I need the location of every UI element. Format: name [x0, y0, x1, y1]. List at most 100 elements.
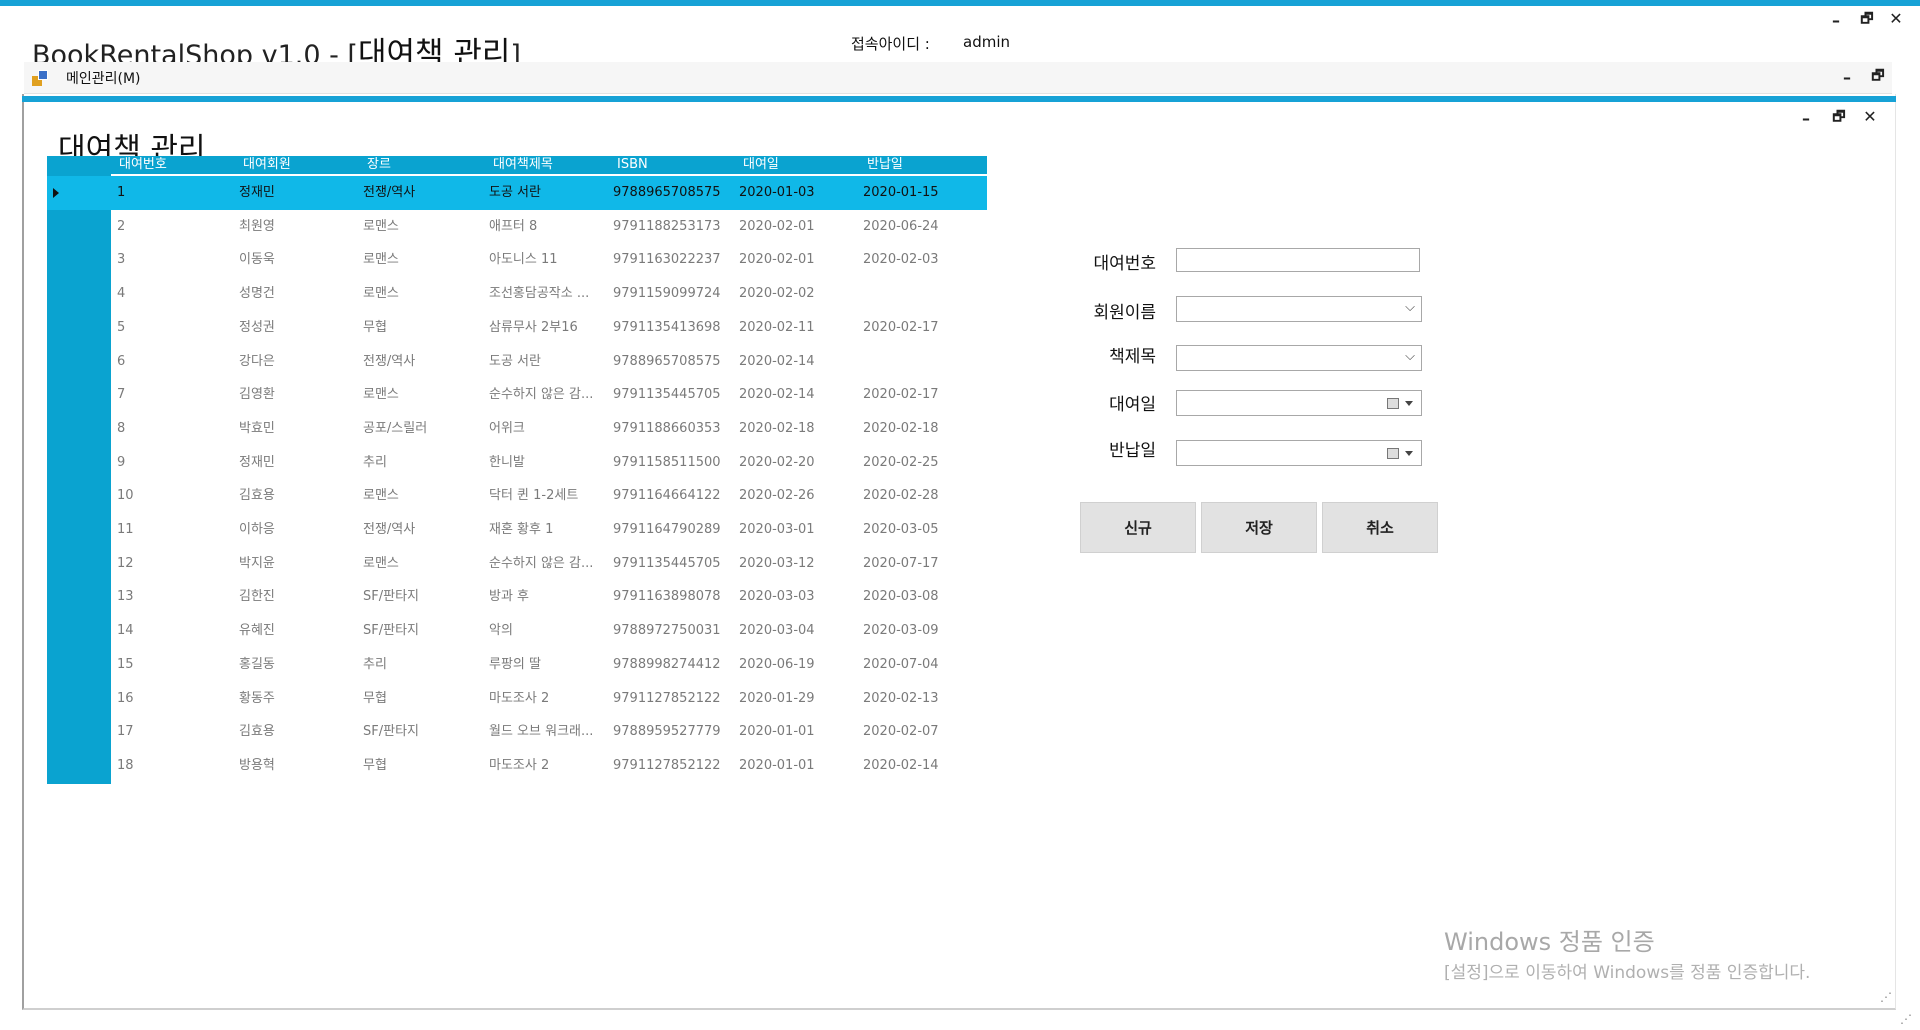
- cell-rent-date[interactable]: 2020-02-01: [739, 243, 815, 277]
- cell-return-date[interactable]: 2020-01-15: [863, 176, 939, 210]
- cell-rent-date[interactable]: 2020-01-01: [739, 715, 815, 749]
- table-row[interactable]: 2 최원영 로맨스 애프터 8 9791188253173 2020-02-01 2020-…: [47, 210, 987, 244]
- cell-rental-no[interactable]: 17: [117, 715, 134, 749]
- dropdown-caret-icon[interactable]: [1405, 451, 1413, 456]
- cell-return-date[interactable]: 2020-02-03: [863, 243, 939, 277]
- table-row[interactable]: 1 정재민 전쟁/역사 도공 서란 9788965708575 2020-01-03 202…: [47, 176, 987, 210]
- table-row[interactable]: 10 김효용 로맨스 닥터 퀸 1-2세트 9791164664122 2020-02-2…: [47, 479, 987, 513]
- cell-return-date[interactable]: 2020-03-08: [863, 580, 939, 614]
- cell-member[interactable]: 김효용: [239, 479, 275, 513]
- cell-book-title[interactable]: 아도니스 11: [489, 243, 558, 277]
- cell-genre[interactable]: 로맨스: [363, 210, 399, 244]
- cell-member[interactable]: 최원영: [239, 210, 275, 244]
- child-close-icon[interactable]: ✕: [1861, 108, 1879, 126]
- cell-book-title[interactable]: 도공 서란: [489, 345, 541, 379]
- cell-book-title[interactable]: 애프터 8: [489, 210, 537, 244]
- cell-rent-date[interactable]: 2020-02-01: [739, 210, 815, 244]
- table-row[interactable]: 14 유혜진 SF/판타지 악의 9788972750031 2020-03-04 2020…: [47, 614, 987, 648]
- cell-genre[interactable]: SF/판타지: [363, 580, 419, 614]
- member-name-combo[interactable]: ⌵: [1176, 296, 1422, 322]
- cell-isbn[interactable]: 9788998274412: [613, 648, 721, 682]
- restore-icon[interactable]: 🗗: [1858, 10, 1876, 28]
- column-header-isbn[interactable]: ISBN: [617, 156, 648, 174]
- table-row[interactable]: 11 이하응 전쟁/역사 재혼 황후 1 9791164790289 2020-03-01…: [47, 513, 987, 547]
- cell-genre[interactable]: SF/판타지: [363, 614, 419, 648]
- cell-rental-no[interactable]: 11: [117, 513, 134, 547]
- cell-rental-no[interactable]: 1: [117, 176, 125, 210]
- cell-rental-no[interactable]: 5: [117, 311, 125, 345]
- cell-member[interactable]: 김한진: [239, 580, 275, 614]
- cell-isbn[interactable]: 9791159099724: [613, 277, 721, 311]
- cell-isbn[interactable]: 9788959527779: [613, 715, 721, 749]
- cell-isbn[interactable]: 9791188253173: [613, 210, 721, 244]
- cell-book-title[interactable]: 마도조사 2: [489, 682, 549, 716]
- cell-genre[interactable]: 전쟁/역사: [363, 345, 415, 379]
- cell-rent-date[interactable]: 2020-01-01: [739, 749, 815, 783]
- cell-rent-date[interactable]: 2020-02-02: [739, 277, 815, 311]
- cell-return-date[interactable]: 2020-07-17: [863, 547, 939, 581]
- cell-isbn[interactable]: 9791164790289: [613, 513, 721, 547]
- cell-genre[interactable]: 로맨스: [363, 243, 399, 277]
- cell-return-date[interactable]: 2020-02-25: [863, 446, 939, 480]
- cell-member[interactable]: 성명건: [239, 277, 275, 311]
- cell-isbn[interactable]: 9791158511500: [613, 446, 721, 480]
- calendar-icon[interactable]: [1387, 398, 1399, 409]
- cell-book-title[interactable]: 삼류무사 2부16: [489, 311, 578, 345]
- child-minimize-icon[interactable]: –: [1797, 110, 1815, 128]
- minimize-icon[interactable]: –: [1827, 12, 1845, 30]
- table-row[interactable]: 3 이동욱 로맨스 아도니스 11 9791163022237 2020-02-01 202…: [47, 243, 987, 277]
- cell-member[interactable]: 강다은: [239, 345, 275, 379]
- table-row[interactable]: 4 성명건 로맨스 조선홍담공작소 ... 9791159099724 2020-02-0…: [47, 277, 987, 311]
- cell-return-date[interactable]: 2020-02-18: [863, 412, 939, 446]
- cell-return-date[interactable]: 2020-02-17: [863, 378, 939, 412]
- child-restore-icon[interactable]: 🗗: [1830, 108, 1848, 126]
- new-button[interactable]: 신규: [1080, 502, 1196, 553]
- cell-return-date[interactable]: 2020-02-13: [863, 682, 939, 716]
- cell-rental-no[interactable]: 9: [117, 446, 125, 480]
- cell-isbn[interactable]: 9791127852122: [613, 749, 721, 783]
- cell-isbn[interactable]: 9791188660353: [613, 412, 721, 446]
- cell-book-title[interactable]: 루팡의 딸: [489, 648, 541, 682]
- cell-rent-date[interactable]: 2020-03-01: [739, 513, 815, 547]
- cell-rental-no[interactable]: 16: [117, 682, 134, 716]
- calendar-icon[interactable]: [1387, 448, 1399, 459]
- resize-grip-icon[interactable]: ⋰: [1880, 990, 1892, 1004]
- cell-rent-date[interactable]: 2020-02-11: [739, 311, 815, 345]
- resize-grip-icon[interactable]: ⋰: [1900, 1012, 1912, 1026]
- cell-member[interactable]: 김영환: [239, 378, 275, 412]
- cell-book-title[interactable]: 어위크: [489, 412, 525, 446]
- cell-isbn[interactable]: 9791127852122: [613, 682, 721, 716]
- chevron-down-icon[interactable]: ⌵: [1405, 349, 1415, 364]
- cell-rent-date[interactable]: 2020-01-29: [739, 682, 815, 716]
- cell-member[interactable]: 정성권: [239, 311, 275, 345]
- cell-isbn[interactable]: 9788965708575: [613, 176, 721, 210]
- cell-rental-no[interactable]: 14: [117, 614, 134, 648]
- column-header-book-title[interactable]: 대여책제목: [493, 156, 553, 174]
- cell-rental-no[interactable]: 4: [117, 277, 125, 311]
- cell-book-title[interactable]: 마도조사 2: [489, 749, 549, 783]
- cell-genre[interactable]: 로맨스: [363, 479, 399, 513]
- cell-return-date[interactable]: 2020-02-14: [863, 749, 939, 783]
- cell-rent-date[interactable]: 2020-02-14: [739, 378, 815, 412]
- cell-rent-date[interactable]: 2020-02-14: [739, 345, 815, 379]
- cell-return-date[interactable]: 2020-03-09: [863, 614, 939, 648]
- table-row[interactable]: 12 박지윤 로맨스 순수하지 않은 감... 9791135445705 2020-03…: [47, 547, 987, 581]
- app-menu-icon[interactable]: [32, 70, 48, 86]
- cell-rent-date[interactable]: 2020-03-04: [739, 614, 815, 648]
- cell-book-title[interactable]: 도공 서란: [489, 176, 541, 210]
- cell-isbn[interactable]: 9788972750031: [613, 614, 721, 648]
- cell-rental-no[interactable]: 10: [117, 479, 134, 513]
- cell-book-title[interactable]: 조선홍담공작소 ...: [489, 277, 589, 311]
- cell-rental-no[interactable]: 2: [117, 210, 125, 244]
- cell-rental-no[interactable]: 13: [117, 580, 134, 614]
- cell-member[interactable]: 방용혁: [239, 749, 275, 783]
- mdi-minimize-icon[interactable]: –: [1838, 69, 1856, 87]
- cell-member[interactable]: 유혜진: [239, 614, 275, 648]
- cell-genre[interactable]: 로맨스: [363, 378, 399, 412]
- cell-book-title[interactable]: 방과 후: [489, 580, 529, 614]
- cancel-button[interactable]: 취소: [1322, 502, 1438, 553]
- cell-rental-no[interactable]: 6: [117, 345, 125, 379]
- cell-rent-date[interactable]: 2020-06-19: [739, 648, 815, 682]
- cell-rental-no[interactable]: 15: [117, 648, 134, 682]
- cell-genre[interactable]: SF/판타지: [363, 715, 419, 749]
